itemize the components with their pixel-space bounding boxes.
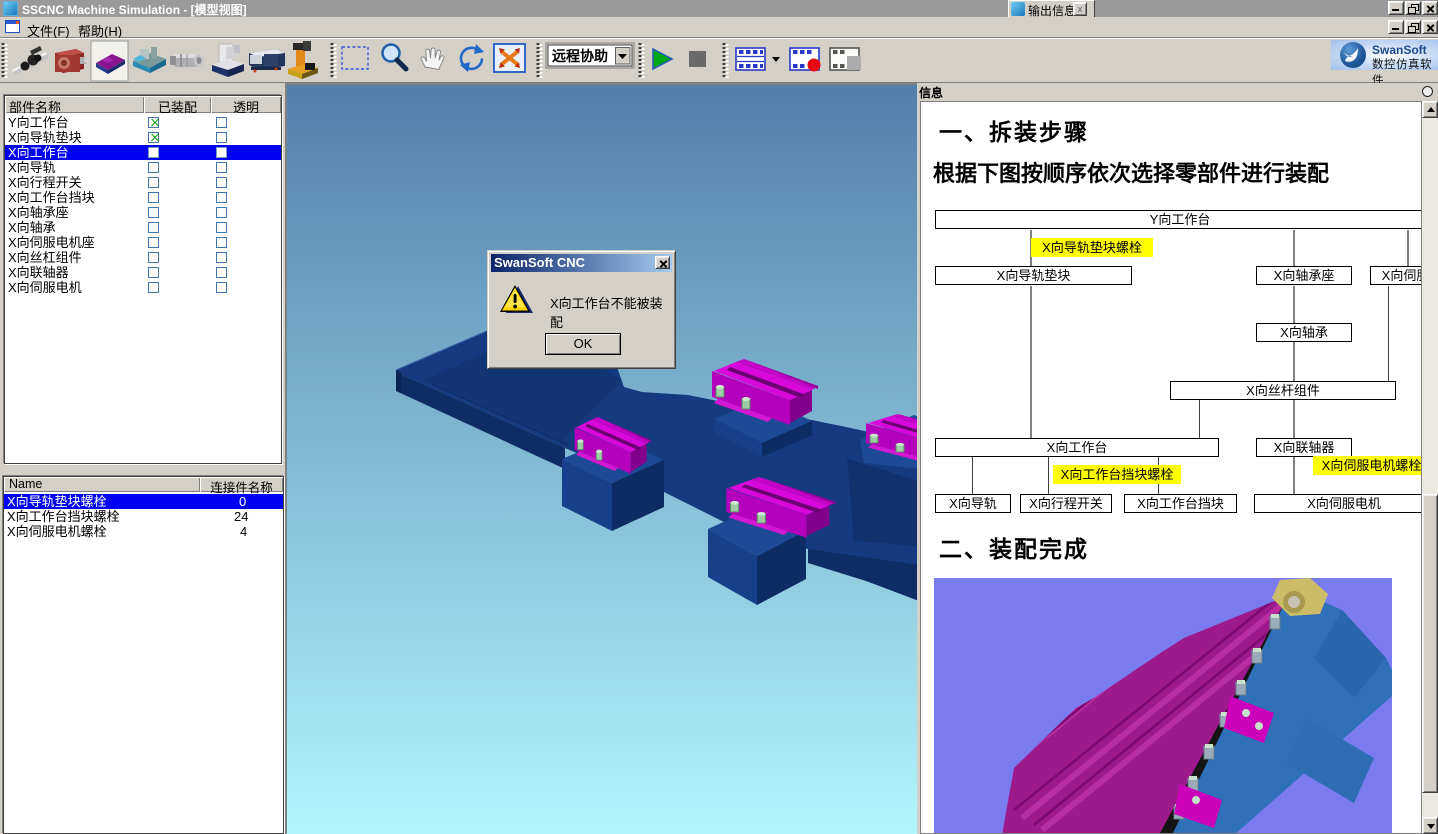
svg-text:远程协助: 远程协助 bbox=[552, 48, 608, 64]
